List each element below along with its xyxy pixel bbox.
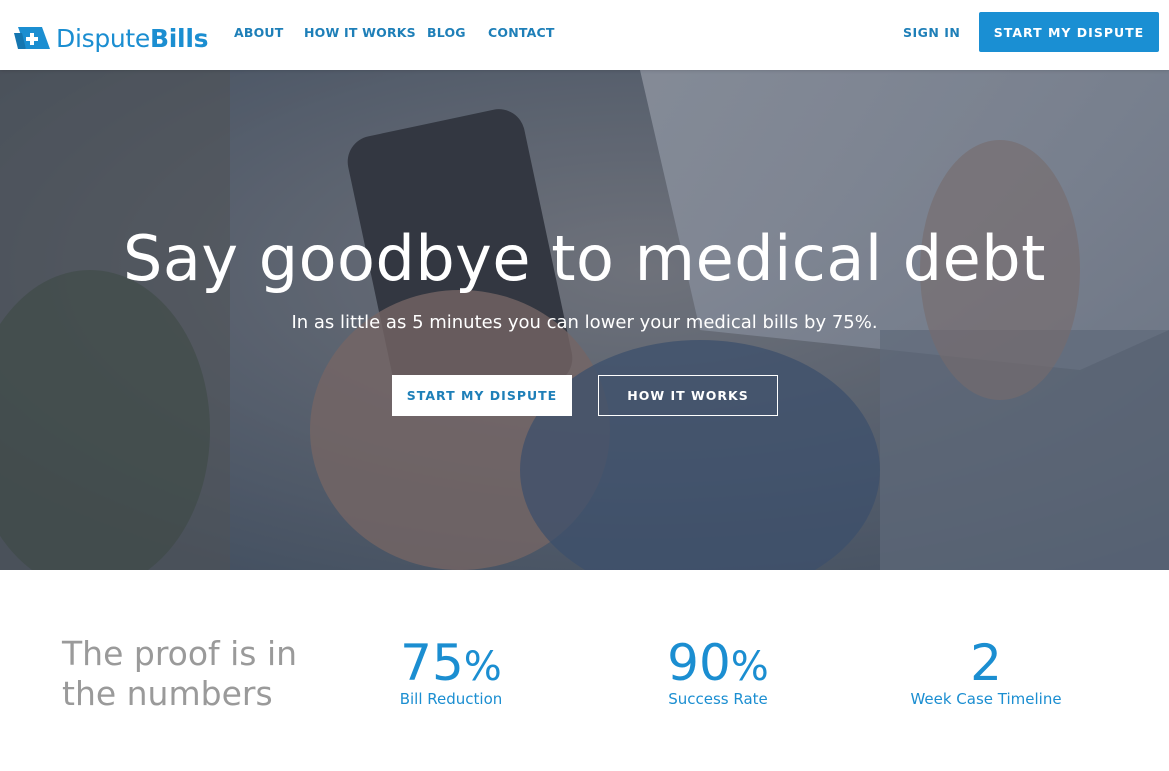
nav-link-how-it-works[interactable]: HOW IT WORKS (304, 25, 416, 40)
nav-link-contact[interactable]: CONTACT (488, 25, 555, 40)
how-it-works-hero-button[interactable]: HOW IT WORKS (598, 375, 778, 416)
stat-bill-reduction: 75% Bill Reduction (381, 632, 521, 708)
logo-text: DisputeBills (56, 23, 209, 53)
stat-label: Bill Reduction (399, 690, 503, 708)
stat-success-rate: 90% Success Rate (648, 632, 788, 708)
stat-label: Week Case Timeline (910, 690, 1062, 708)
stat-label: Success Rate (668, 690, 768, 708)
logo[interactable]: DisputeBills (12, 22, 208, 54)
nav-link-about[interactable]: ABOUT (234, 25, 284, 40)
stats-heading: The proof is in the numbers (62, 634, 298, 713)
top-navbar: DisputeBills ABOUT HOW IT WORKS BLOG CON… (0, 0, 1169, 70)
stat-value: 90% (667, 634, 769, 692)
nav-link-blog[interactable]: BLOG (427, 25, 466, 40)
hero-title: Say goodbye to medical debt (123, 222, 1046, 295)
hero-subtitle: In as little as 5 minutes you can lower … (291, 312, 878, 333)
start-dispute-nav-button[interactable]: START MY DISPUTE (979, 12, 1159, 52)
start-dispute-hero-button[interactable]: START MY DISPUTE (392, 375, 572, 416)
stat-value: 75% (400, 634, 502, 692)
stat-case-timeline: 2 Week Case Timeline (896, 632, 1076, 708)
medical-cross-flag-icon (14, 27, 50, 49)
stat-value: 2 (970, 634, 1002, 692)
sign-in-link[interactable]: SIGN IN (903, 25, 960, 40)
hero-section: Say goodbye to medical debt In as little… (0, 70, 1169, 570)
